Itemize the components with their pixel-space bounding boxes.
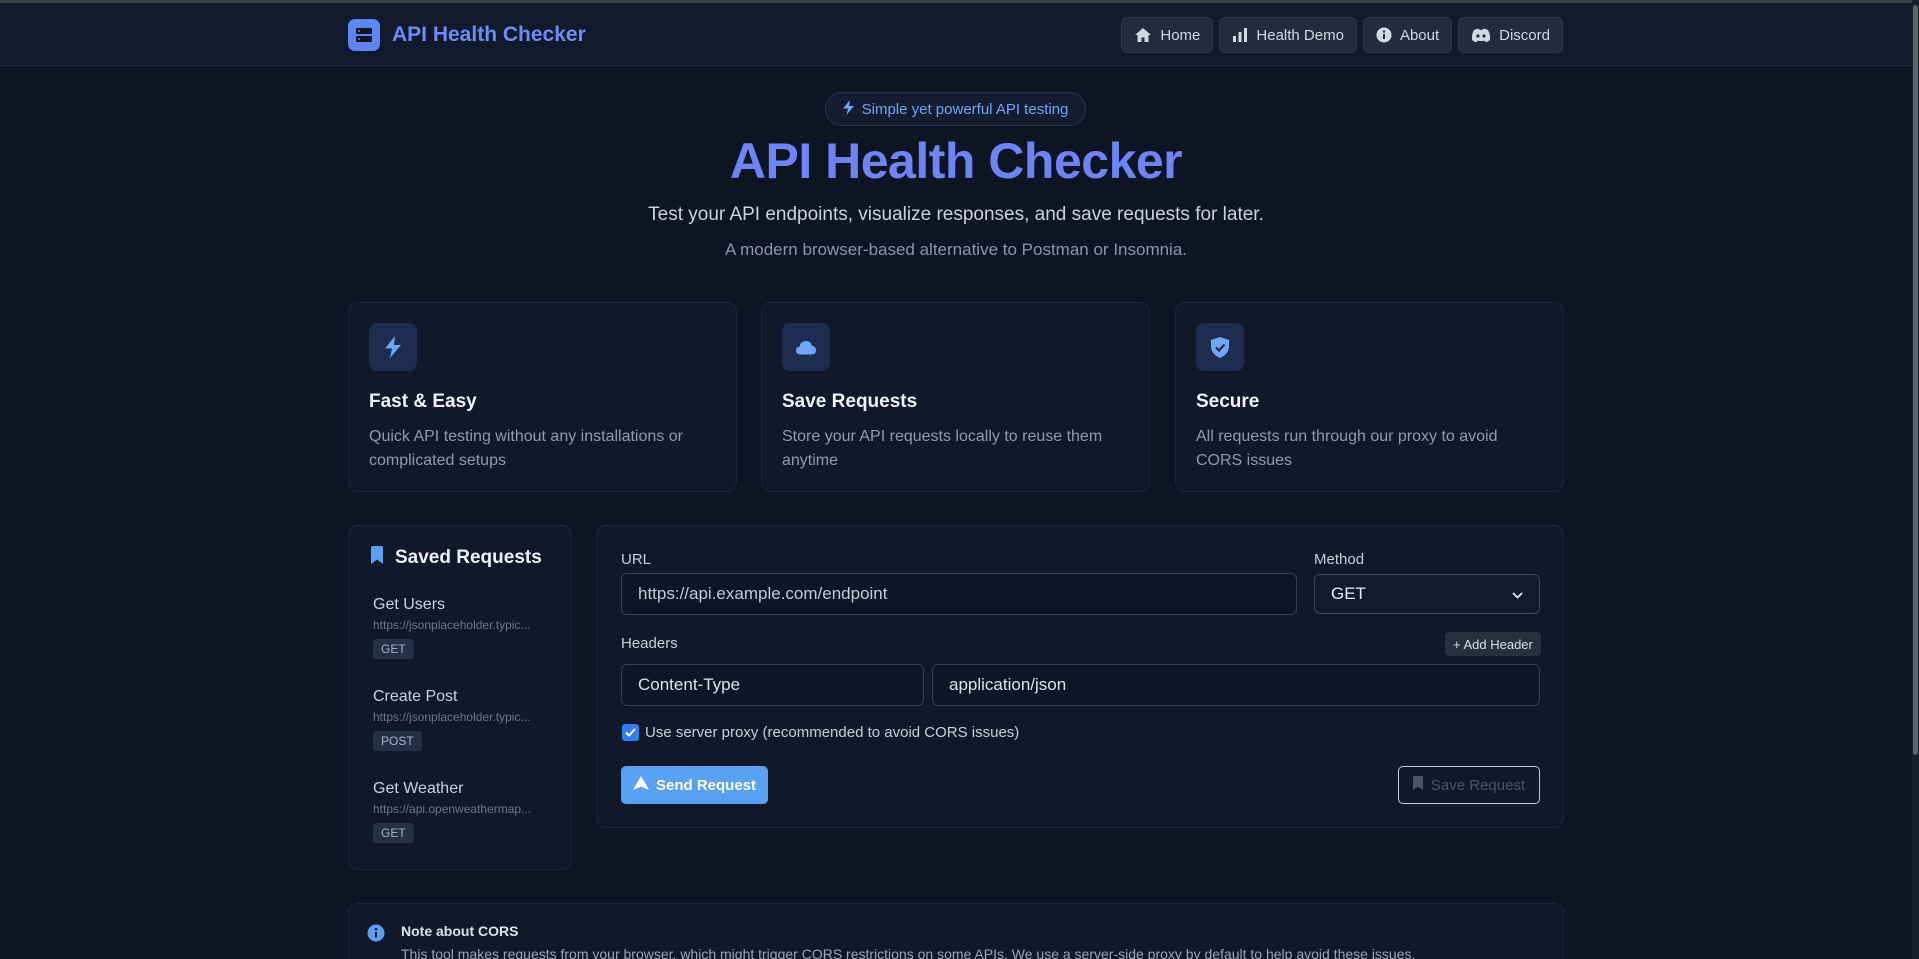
hero-title: API Health Checker	[729, 133, 1183, 189]
header-key-input[interactable]: Content-Type	[621, 664, 924, 706]
app-title: API Health Checker	[392, 23, 586, 46]
feature-title: Secure	[1196, 391, 1260, 412]
home-icon	[1134, 27, 1152, 43]
saved-request-url: https://api.openweathermap...	[373, 802, 532, 816]
cors-note-text: This tool makes requests from your brows…	[401, 946, 1416, 959]
add-header-button[interactable]: + Add Header	[1445, 632, 1541, 656]
feature-description: Quick API testing without any installati…	[369, 428, 683, 469]
saved-request-item[interactable]: Get Weather https://api.openweathermap..…	[373, 780, 553, 843]
method-select[interactable]: GET	[1314, 574, 1540, 614]
page-scrollbar[interactable]	[1912, 0, 1919, 959]
cloud-icon	[782, 323, 830, 371]
headers-label: Headers	[621, 635, 678, 652]
saved-requests-panel: Saved Requests Get Users https://jsonpla…	[348, 525, 572, 870]
feature-card-fast: Fast & Easy Quick API testing without an…	[348, 302, 737, 492]
feature-card-save: Save Requests Store your API requests lo…	[761, 302, 1150, 492]
hero-subtitle: Test your API endpoints, visualize respo…	[648, 204, 1264, 225]
app-logo[interactable]: API Health Checker	[348, 19, 586, 51]
method-label: Method	[1314, 551, 1365, 568]
bookmark-icon	[1412, 776, 1423, 794]
hero-badge: Simple yet powerful API testing	[825, 92, 1086, 126]
hero-badge-text: Simple yet powerful API testing	[861, 100, 1069, 118]
proxy-checkbox[interactable]	[622, 724, 639, 741]
nav-home-label: Home	[1160, 26, 1201, 44]
navbar: API Health Checker Home Health Demo Abou…	[0, 3, 1919, 66]
feature-description: Store your API requests locally to reuse…	[782, 428, 1103, 469]
saved-request-url: https://jsonplaceholder.typic...	[373, 618, 531, 632]
feature-title: Fast & Easy	[369, 391, 477, 412]
save-request-button[interactable]: Save Request	[1398, 766, 1540, 804]
nav-discord-button[interactable]: Discord	[1458, 17, 1563, 53]
nav-health-demo-label: Health Demo	[1256, 26, 1344, 44]
cors-note: Note about CORS This tool makes requests…	[348, 903, 1564, 959]
nav-about-button[interactable]: About	[1362, 17, 1453, 53]
server-icon	[348, 19, 380, 51]
send-request-button[interactable]: Send Request	[621, 766, 769, 804]
nav-home-button[interactable]: Home	[1121, 17, 1214, 53]
feature-description: All requests run through our proxy to av…	[1196, 428, 1498, 469]
saved-requests-title: Saved Requests	[395, 546, 542, 568]
url-label: URL	[621, 551, 652, 568]
top-nav: Home Health Demo About Discord	[1121, 17, 1563, 53]
send-request-label: Send Request	[656, 776, 757, 794]
feature-title: Save Requests	[782, 391, 918, 412]
feature-card-secure: Secure All requests run through our prox…	[1175, 302, 1564, 492]
bolt-icon	[842, 99, 854, 119]
bookmark-icon	[371, 546, 383, 569]
url-input[interactable]: https://api.example.com/endpoint	[621, 573, 1297, 615]
saved-request-name: Create Post	[373, 688, 458, 705]
saved-request-name: Get Users	[373, 596, 446, 613]
send-icon	[633, 776, 649, 794]
hero-tagline: A modern browser-based alternative to Po…	[724, 240, 1188, 259]
bolt-icon	[369, 323, 417, 371]
saved-request-url: https://jsonplaceholder.typic...	[373, 710, 531, 724]
method-select-value: GET	[1331, 584, 1366, 603]
method-badge: GET	[373, 639, 414, 659]
shield-icon	[1196, 323, 1244, 371]
saved-request-item[interactable]: Get Users https://jsonplaceholder.typic.…	[373, 596, 553, 659]
cors-note-title: Note about CORS	[401, 923, 519, 939]
scrollbar-thumb[interactable]	[1913, 5, 1918, 755]
method-badge: GET	[373, 823, 414, 843]
save-request-label: Save Request	[1430, 776, 1526, 794]
request-form: URL https://api.example.com/endpoint Met…	[596, 525, 1564, 828]
proxy-checkbox-label[interactable]: Use server proxy (recommended to avoid C…	[645, 724, 1019, 741]
nav-about-label: About	[1399, 26, 1440, 44]
header-value-input[interactable]: application/json	[932, 664, 1540, 706]
discord-icon	[1471, 28, 1491, 43]
saved-requests-header: Saved Requests	[371, 546, 542, 569]
chevron-down-icon	[1512, 584, 1523, 604]
nav-health-demo-button[interactable]: Health Demo	[1219, 17, 1357, 53]
info-icon	[1376, 27, 1392, 43]
saved-request-item[interactable]: Create Post https://jsonplaceholder.typi…	[373, 688, 553, 751]
chart-bar-icon	[1232, 27, 1248, 43]
info-icon	[367, 924, 385, 947]
saved-request-name: Get Weather	[373, 780, 464, 797]
method-badge: POST	[373, 731, 422, 751]
nav-discord-label: Discord	[1499, 26, 1550, 44]
